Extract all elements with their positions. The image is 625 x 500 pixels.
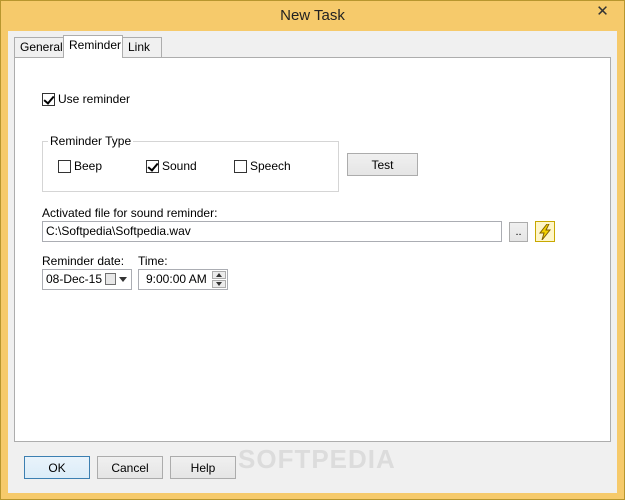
help-button[interactable]: Help [170, 456, 236, 479]
use-reminder-label: Use reminder [58, 92, 131, 106]
time-label: Time: [138, 254, 168, 268]
speech-check-box[interactable] [234, 159, 247, 173]
softpedia-watermark: SOFTPEDIA [238, 444, 396, 474]
test-button[interactable]: Test [347, 153, 418, 176]
window-title: New Task [280, 7, 345, 24]
cancel-button[interactable]: Cancel [97, 456, 163, 479]
dialog-client-area: General Reminder Link Use reminder Remin… [8, 31, 617, 493]
tab-general[interactable]: General [14, 37, 64, 57]
use-reminder-check-box[interactable] [42, 92, 55, 106]
close-button[interactable]: ✕ [587, 1, 618, 21]
reminder-type-group-label: Reminder Type [48, 134, 134, 148]
reminder-time-picker[interactable]: 9:00:00 AM [138, 269, 228, 290]
use-reminder-checkbox[interactable]: Use reminder [42, 92, 130, 106]
calendar-icon[interactable] [105, 273, 116, 285]
close-icon: ✕ [596, 2, 609, 20]
time-up-button[interactable] [212, 271, 226, 279]
speech-label: Speech [250, 159, 291, 173]
tab-reminder[interactable]: Reminder [63, 35, 123, 58]
time-down-button[interactable] [212, 280, 226, 288]
reminder-time-value: 9:00:00 AM [146, 272, 207, 286]
tab-link[interactable]: Link [122, 37, 162, 57]
speech-checkbox[interactable]: Speech [234, 159, 291, 173]
sound-check-box[interactable] [146, 159, 159, 173]
sound-label: Sound [162, 159, 197, 173]
beep-label: Beep [74, 159, 103, 173]
reminder-date-picker[interactable]: 08-Dec-15 [42, 269, 132, 290]
tab-general-label: General [20, 40, 63, 54]
down-arrow-icon [216, 282, 222, 286]
reminder-tab-panel: Use reminder Reminder Type Beep Sound Sp… [14, 57, 611, 442]
sound-file-input[interactable]: C:\Softpedia\Softpedia.wav [42, 221, 502, 242]
play-sound-button[interactable] [535, 221, 555, 242]
reminder-date-label: Reminder date: [42, 254, 125, 268]
chevron-down-icon[interactable] [119, 277, 127, 282]
sound-checkbox[interactable]: Sound [146, 159, 197, 173]
beep-check-box[interactable] [58, 159, 71, 173]
lightning-icon [538, 223, 552, 240]
sound-file-label: Activated file for sound reminder: [42, 206, 218, 220]
up-arrow-icon [216, 273, 222, 277]
title-bar[interactable]: New Task ✕ [1, 1, 624, 31]
browse-button[interactable]: .. [509, 222, 528, 242]
tab-link-label: Link [128, 40, 151, 54]
ok-button[interactable]: OK [24, 456, 90, 479]
reminder-date-value: 08-Dec-15 [46, 272, 103, 286]
tab-reminder-label: Reminder [69, 38, 122, 52]
new-task-window: New Task ✕ General Reminder Link Use rem… [0, 0, 625, 500]
beep-checkbox[interactable]: Beep [58, 159, 102, 173]
